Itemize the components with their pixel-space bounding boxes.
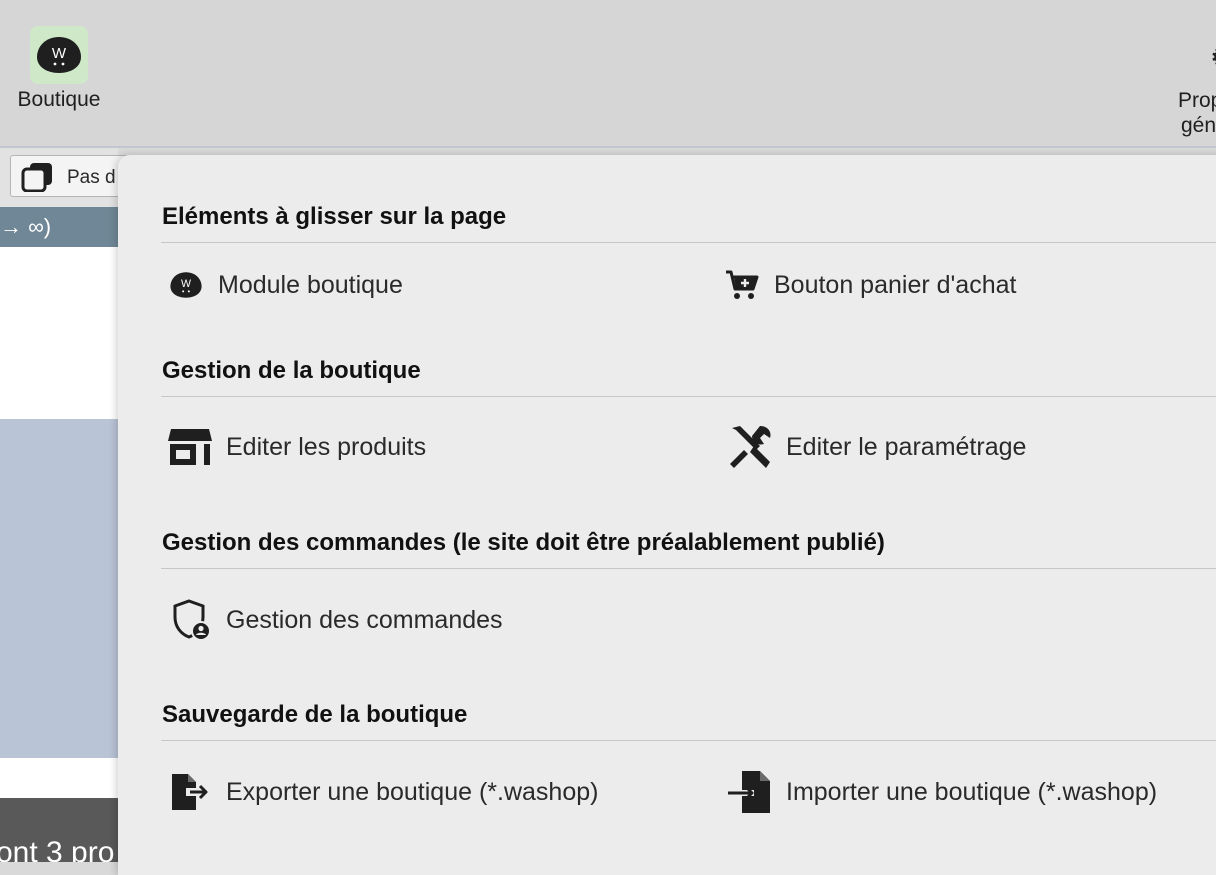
cart-button-element[interactable]: Bouton panier d'achat (718, 261, 1016, 309)
section-strip: → ∞) (0, 207, 118, 247)
page-area-white-2 (0, 758, 118, 798)
import-shop-label: Importer une boutique (*.washop) (786, 777, 1158, 806)
store-icon (162, 423, 218, 471)
svg-text:W: W (181, 278, 191, 290)
section-title-orders: Gestion des commandes (le site doit être… (162, 529, 885, 556)
svg-text:W: W (52, 45, 67, 62)
props-label-line2: gén (1181, 114, 1216, 137)
edit-products-button[interactable]: Editer les produits (162, 423, 426, 471)
divider (161, 242, 1216, 243)
cart-button-label: Bouton panier d'achat (774, 270, 1017, 299)
shield-user-icon (166, 596, 218, 644)
module-boutique-button[interactable]: W Module boutique (162, 261, 403, 309)
module-boutique-label: Module boutique (218, 270, 403, 299)
divider (161, 740, 1216, 741)
pages-icon (21, 162, 55, 197)
cart-plus-icon (718, 261, 766, 309)
edit-products-label: Editer les produits (226, 432, 427, 461)
wa-shop-logo-icon: W (162, 261, 210, 309)
top-toolbar: W Boutique ⚙ Prop gén (0, 0, 1216, 148)
page-selector-text: Pas d (67, 167, 116, 188)
import-shop-button[interactable]: Importer une boutique (*.washop) (722, 768, 1157, 816)
export-shop-button[interactable]: Exporter une boutique (*.washop) (162, 768, 598, 816)
divider (161, 568, 1216, 569)
file-import-icon (722, 768, 778, 816)
edit-settings-button[interactable]: Editer le paramétrage (722, 423, 1026, 471)
gear-icon: ⚙ (1210, 42, 1216, 73)
props-label-line1: Prop (1178, 89, 1216, 112)
boutique-popover: Eléments à glisser sur la page W Module … (118, 155, 1216, 875)
page-area-dark: ont 3 pro (0, 798, 118, 862)
page-area-white (0, 247, 118, 419)
tools-icon (722, 423, 778, 471)
edit-settings-label: Editer le paramétrage (786, 432, 1027, 461)
boutique-toolbar-button[interactable]: W Boutique (0, 26, 118, 112)
manage-orders-button[interactable]: Gestion des commandes (166, 596, 503, 644)
section-title-backup: Sauvegarde de la boutique (162, 701, 468, 728)
file-export-icon (162, 768, 218, 816)
export-shop-label: Exporter une boutique (*.washop) (226, 777, 599, 806)
wa-shop-logo-icon: W (30, 26, 88, 84)
page-area-blue (0, 419, 118, 758)
section-title-manage: Gestion de la boutique (162, 357, 421, 384)
divider (161, 396, 1216, 397)
section-title-drag: Eléments à glisser sur la page (162, 203, 507, 230)
manage-orders-label: Gestion des commandes (226, 605, 503, 634)
bottom-text: ont 3 pro (0, 836, 115, 862)
boutique-toolbar-label: Boutique (17, 88, 101, 111)
